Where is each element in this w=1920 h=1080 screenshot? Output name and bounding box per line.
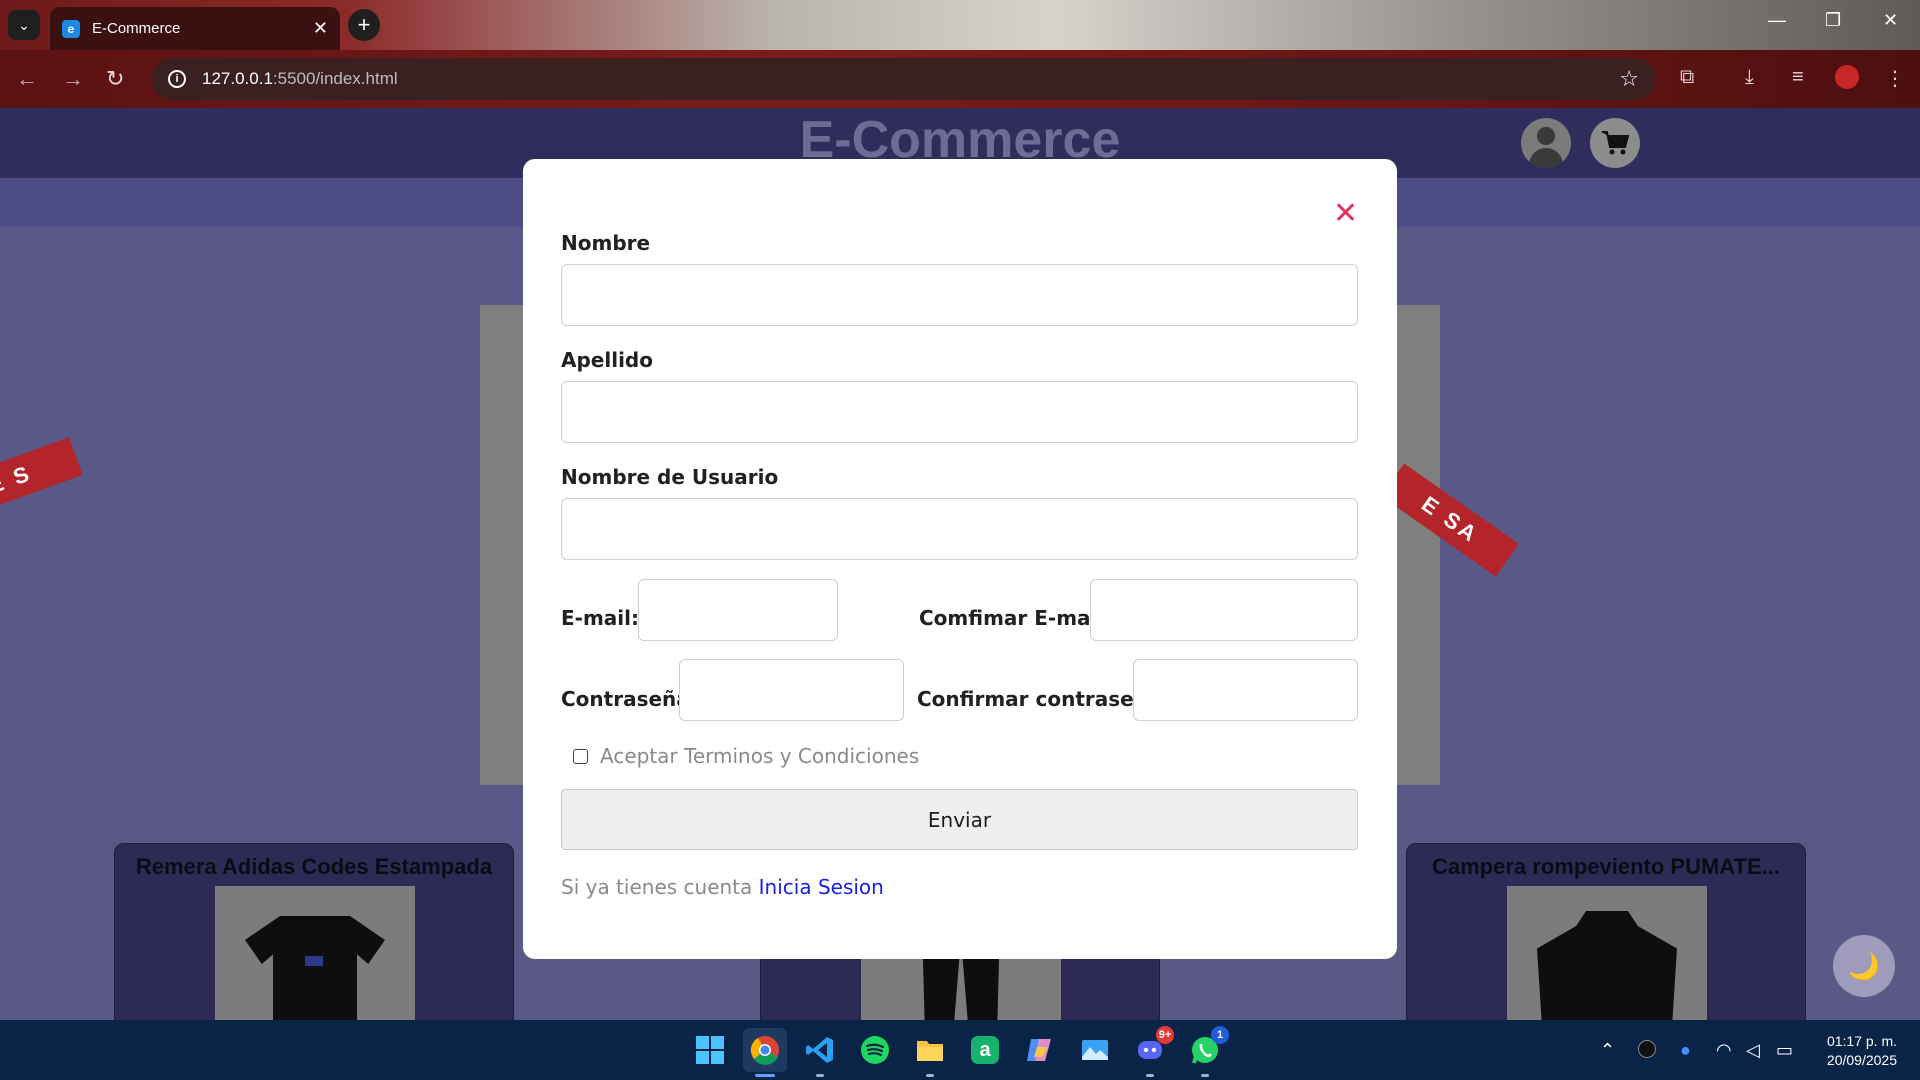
copilot-icon[interactable]	[1018, 1028, 1062, 1072]
product-name: Remera Adidas Codes Estampada	[135, 854, 493, 879]
autodesk-icon[interactable]: a	[963, 1028, 1007, 1072]
battery-icon[interactable]: ▭	[1776, 1040, 1793, 1061]
whatsapp-notification-badge: 1	[1211, 1026, 1229, 1044]
shopping-cart-icon[interactable]	[1590, 118, 1640, 168]
browser-tabbar: ⌄ e E-Commerce ✕ + — ❐ ✕	[0, 0, 1920, 50]
usuario-input[interactable]	[561, 498, 1358, 560]
wifi-icon[interactable]: ◠	[1716, 1040, 1732, 1061]
sale-ribbon-left: E S	[0, 437, 83, 523]
product-card[interactable]: Remera Adidas Codes Estampada	[114, 843, 514, 1033]
profile-avatar-icon[interactable]	[1835, 65, 1859, 89]
password-label: Contraseña	[561, 687, 690, 711]
volume-icon[interactable]: ◁	[1746, 1040, 1760, 1061]
chrome-icon[interactable]	[743, 1028, 787, 1077]
nombre-input[interactable]	[561, 264, 1358, 326]
back-icon[interactable]: ←	[16, 66, 38, 92]
reload-icon[interactable]: ↻	[106, 66, 124, 92]
email-input[interactable]	[638, 579, 838, 641]
restore-icon[interactable]: ❐	[1825, 10, 1841, 31]
url-path: :5500/index.html	[272, 69, 398, 88]
extensions-icon[interactable]: ⧉	[1680, 66, 1694, 89]
browser-toolbar: ← → ↻ i 127.0.0.1:5500/index.html ☆ ⧉ ⤓ …	[0, 50, 1920, 108]
url-host: 127.0.0.1	[202, 69, 273, 88]
whatsapp-icon[interactable]: 1	[1183, 1026, 1229, 1077]
terms-label[interactable]: Aceptar Terminos y Condiciones	[600, 744, 919, 768]
login-prompt-text: Si ya tienes cuenta	[561, 875, 753, 899]
address-bar[interactable]: i 127.0.0.1:5500/index.html ☆	[152, 58, 1655, 100]
download-icon[interactable]: ⤓	[1745, 66, 1754, 89]
terms-checkbox[interactable]	[573, 748, 588, 764]
window-close-icon[interactable]: ✕	[1883, 10, 1898, 31]
confirm-password-label: Confirmar contraseña	[917, 687, 1162, 711]
user-account-icon[interactable]	[1521, 118, 1571, 168]
product-name: Campera rompeviento PUMATE...	[1432, 854, 1780, 879]
tray-app-icon[interactable]	[1638, 1040, 1656, 1058]
minimize-icon[interactable]: —	[1768, 10, 1786, 31]
new-tab-button[interactable]: +	[348, 9, 380, 41]
confirm-password-input[interactable]	[1133, 659, 1358, 721]
browser-tab[interactable]: e E-Commerce ✕	[50, 7, 340, 50]
tab-search-button[interactable]: ⌄	[8, 10, 40, 40]
theme-toggle-moon-icon[interactable]: 🌙	[1833, 935, 1895, 997]
site-info-icon[interactable]: i	[168, 70, 186, 88]
submit-button[interactable]: Enviar	[561, 789, 1358, 850]
terms-row: Aceptar Terminos y Condiciones	[573, 744, 919, 768]
apellido-input[interactable]	[561, 381, 1358, 443]
site-favicon-icon: e	[62, 19, 80, 38]
clock-time: 01:17 p. m.	[1826, 1033, 1897, 1049]
tray-overflow-chevron-icon[interactable]: ⌃	[1600, 1040, 1615, 1061]
tab-title: E-Commerce	[92, 20, 181, 37]
clock-date: 20/09/2025	[1826, 1052, 1897, 1068]
tab-close-icon[interactable]: ✕	[313, 18, 328, 39]
modal-close-icon[interactable]: ✕	[1333, 199, 1358, 229]
confirm-email-label: Comfimar E-mail	[919, 606, 1105, 630]
product-card[interactable]: Campera rompeviento PUMATE...	[1406, 843, 1806, 1033]
browser-menu-icon[interactable]: ⋮	[1885, 66, 1905, 91]
forward-icon[interactable]: →	[62, 66, 84, 92]
password-input[interactable]	[679, 659, 904, 721]
windows-start-icon[interactable]	[688, 1028, 732, 1072]
photos-icon[interactable]	[1073, 1028, 1117, 1072]
system-clock[interactable]: 01:17 p. m. 20/09/2025	[1812, 1032, 1897, 1070]
microphone-icon[interactable]: ●	[1680, 1040, 1691, 1061]
product-image	[1507, 886, 1707, 1032]
file-explorer-icon[interactable]	[908, 1028, 952, 1077]
register-modal: ✕ Nombre Apellido Nombre de Usuario E-ma…	[523, 159, 1397, 959]
product-image	[215, 886, 415, 1032]
discord-icon[interactable]: 9+	[1128, 1026, 1174, 1077]
apellido-label: Apellido	[561, 348, 653, 372]
usuario-label: Nombre de Usuario	[561, 465, 779, 489]
email-label: E-mail:	[561, 606, 640, 630]
media-control-icon[interactable]: ≡	[1792, 66, 1804, 89]
login-link[interactable]: Inicia Sesion	[759, 875, 884, 899]
vscode-icon[interactable]	[798, 1028, 842, 1077]
windows-taskbar: a 9+ 1 ⌃ ● ◠ ◁ ▭ 01:17 p. m. 20/09/2025	[0, 1020, 1920, 1080]
nombre-label: Nombre	[561, 231, 651, 255]
spotify-icon[interactable]	[853, 1028, 897, 1072]
bookmark-star-icon[interactable]: ☆	[1619, 66, 1639, 92]
login-prompt-row: Si ya tienes cuenta Inicia Sesion	[561, 875, 884, 899]
discord-notification-badge: 9+	[1156, 1026, 1174, 1044]
confirm-email-input[interactable]	[1090, 579, 1358, 641]
